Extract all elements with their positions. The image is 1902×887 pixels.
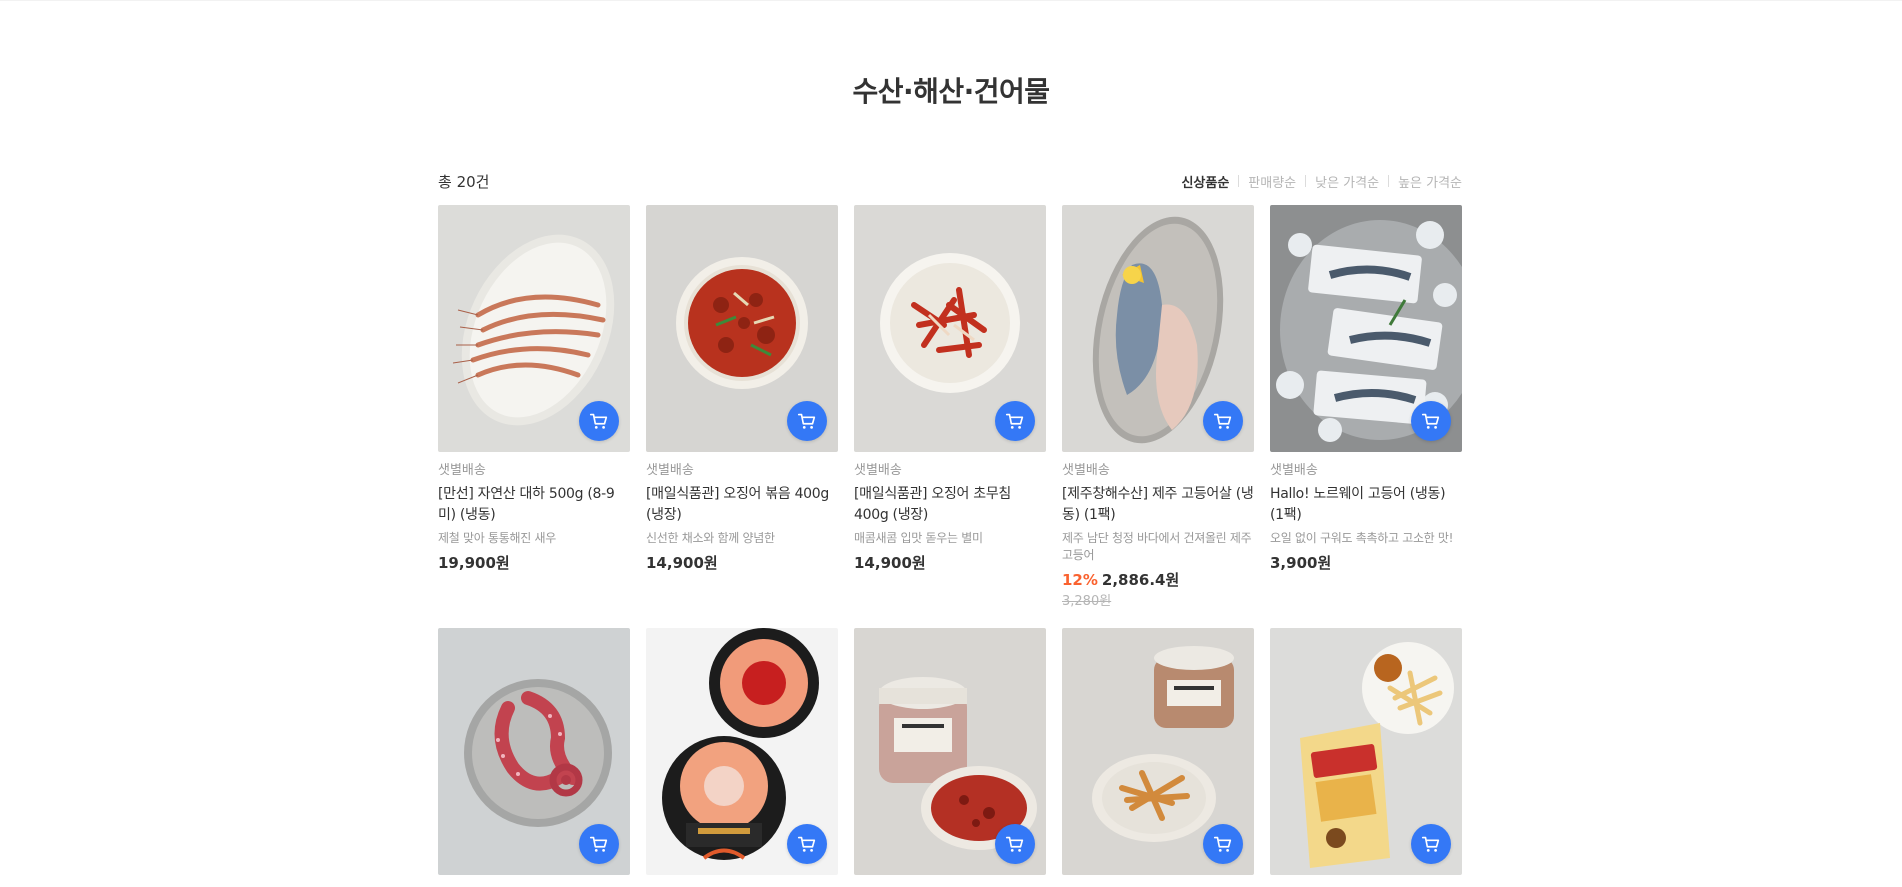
product-image-squid-stirfry[interactable] xyxy=(646,205,838,452)
product-card[interactable]: 샛별배송 [매일식품관] 오징어 볶음 400g (냉장) 신선한 채소와 함께… xyxy=(646,205,838,612)
product-price: 14,900원 xyxy=(646,553,838,573)
product-card[interactable] xyxy=(646,628,838,875)
cart-icon xyxy=(797,836,816,852)
cart-icon xyxy=(1005,413,1024,429)
product-card[interactable] xyxy=(1062,628,1254,875)
cart-icon xyxy=(589,413,608,429)
delivery-type: 샛별배송 xyxy=(646,463,694,478)
add-to-cart-button[interactable] xyxy=(579,824,619,864)
product-image-shrimp[interactable] xyxy=(438,205,630,452)
product-info: 샛별배송 [매일식품관] 오징어 볶음 400g (냉장) 신선한 채소와 함께… xyxy=(646,452,838,573)
product-name[interactable]: [제주창해수산] 제주 고등어살 (냉동) (1팩) xyxy=(1062,484,1254,526)
price-value: 2,886.4원 xyxy=(1101,571,1180,589)
add-to-cart-button[interactable] xyxy=(1203,824,1243,864)
list-toolbar: 총 20건 신상품순 판매량순 낮은 가격순 높은 가격순 xyxy=(438,170,1462,192)
page-title: 수산·해산·건어물 xyxy=(852,75,1050,108)
product-card[interactable]: 샛별배송 [만선] 자연산 대하 500g (8-9미) (냉동) 제철 맞아 … xyxy=(438,205,630,612)
cart-icon xyxy=(1213,413,1232,429)
product-description: 제철 맞아 통통해진 새우 xyxy=(438,531,556,545)
original-price: 3,280원 xyxy=(1062,594,1112,609)
product-info: 샛별배송 [제주창해수산] 제주 고등어살 (냉동) (1팩) 제주 남단 청정… xyxy=(1062,452,1254,612)
cart-icon xyxy=(589,836,608,852)
total-count: 총 20건 xyxy=(438,172,490,191)
product-grid: 샛별배송 [만선] 자연산 대하 500g (8-9미) (냉동) 제철 맞아 … xyxy=(438,205,1462,875)
sort-divider xyxy=(1305,175,1307,187)
sort-price-low[interactable]: 낮은 가격순 xyxy=(1315,172,1379,191)
product-card[interactable] xyxy=(854,628,1046,875)
cart-icon xyxy=(1005,836,1024,852)
product-image-jeju-mackerel[interactable] xyxy=(1062,205,1254,452)
price-value: 14,900원 xyxy=(646,554,718,572)
add-to-cart-button[interactable] xyxy=(787,824,827,864)
product-card[interactable] xyxy=(438,628,630,875)
product-image-shrimp-ring[interactable] xyxy=(646,628,838,875)
product-image-seasoned-fish[interactable] xyxy=(1062,628,1254,875)
sort-divider xyxy=(1238,175,1240,187)
add-to-cart-button[interactable] xyxy=(1411,401,1451,441)
cart-icon xyxy=(797,413,816,429)
cart-icon xyxy=(1213,836,1232,852)
product-image-squid-salad[interactable] xyxy=(854,205,1046,452)
delivery-type: 샛별배송 xyxy=(854,463,902,478)
product-image-norway-mackerel[interactable] xyxy=(1270,205,1462,452)
product-image-seasoned-squid[interactable] xyxy=(854,628,1046,875)
product-image-dried-pollack[interactable] xyxy=(1270,628,1462,875)
product-description: 제주 남단 청정 바다에서 건져올린 제주 고등어 xyxy=(1062,531,1252,562)
product-card[interactable]: 샛별배송 [제주창해수산] 제주 고등어살 (냉동) (1팩) 제주 남단 청정… xyxy=(1062,205,1254,612)
product-price: 12% 2,886.4원 xyxy=(1062,570,1254,590)
add-to-cart-button[interactable] xyxy=(579,401,619,441)
product-card[interactable]: 샛별배송 [매일식품관] 오징어 초무침 400g (냉장) 매콤새콤 입맛 돋… xyxy=(854,205,1046,612)
add-to-cart-button[interactable] xyxy=(1203,401,1243,441)
delivery-type: 샛별배송 xyxy=(1062,463,1110,478)
product-description: 오일 없이 구워도 촉촉하고 고소한 맛! xyxy=(1270,531,1454,545)
add-to-cart-button[interactable] xyxy=(995,401,1035,441)
add-to-cart-button[interactable] xyxy=(787,401,827,441)
product-name[interactable]: Hallo! 노르웨이 고등어 (냉동) (1팩) xyxy=(1270,484,1462,526)
product-info: 샛별배송 Hallo! 노르웨이 고등어 (냉동) (1팩) 오일 없이 구워도… xyxy=(1270,452,1462,573)
delivery-type: 샛별배송 xyxy=(1270,463,1318,478)
sort-newest[interactable]: 신상품순 xyxy=(1181,172,1229,191)
product-card[interactable]: 샛별배송 Hallo! 노르웨이 고등어 (냉동) (1팩) 오일 없이 구워도… xyxy=(1270,205,1462,612)
top-divider xyxy=(0,0,1902,1)
price-value: 3,900원 xyxy=(1270,554,1332,572)
product-info: 샛별배송 [매일식품관] 오징어 초무침 400g (냉장) 매콤새콤 입맛 돋… xyxy=(854,452,1046,573)
product-name[interactable]: [매일식품관] 오징어 초무침 400g (냉장) xyxy=(854,484,1046,526)
price-value: 14,900원 xyxy=(854,554,926,572)
discount-rate: 12% xyxy=(1062,571,1098,589)
delivery-type: 샛별배송 xyxy=(438,463,486,478)
product-image-octopus[interactable] xyxy=(438,628,630,875)
sort-options: 신상품순 판매량순 낮은 가격순 높은 가격순 xyxy=(1181,172,1462,191)
sort-divider xyxy=(1388,175,1390,187)
product-name[interactable]: [매일식품관] 오징어 볶음 400g (냉장) xyxy=(646,484,838,526)
product-description: 매콤새콤 입맛 돋우는 별미 xyxy=(854,531,983,545)
add-to-cart-button[interactable] xyxy=(1411,824,1451,864)
product-price: 3,900원 xyxy=(1270,553,1462,573)
product-name[interactable]: [만선] 자연산 대하 500g (8-9미) (냉동) xyxy=(438,484,630,526)
product-info: 샛별배송 [만선] 자연산 대하 500g (8-9미) (냉동) 제철 맞아 … xyxy=(438,452,630,573)
price-value: 19,900원 xyxy=(438,554,510,572)
cart-icon xyxy=(1421,836,1440,852)
product-card[interactable] xyxy=(1270,628,1462,875)
cart-icon xyxy=(1421,413,1440,429)
add-to-cart-button[interactable] xyxy=(995,824,1035,864)
product-price: 19,900원 xyxy=(438,553,630,573)
sort-best-selling[interactable]: 판매량순 xyxy=(1248,172,1296,191)
product-description: 신선한 채소와 함께 양념한 xyxy=(646,531,775,545)
product-price: 14,900원 xyxy=(854,553,1046,573)
sort-price-high[interactable]: 높은 가격순 xyxy=(1398,172,1462,191)
